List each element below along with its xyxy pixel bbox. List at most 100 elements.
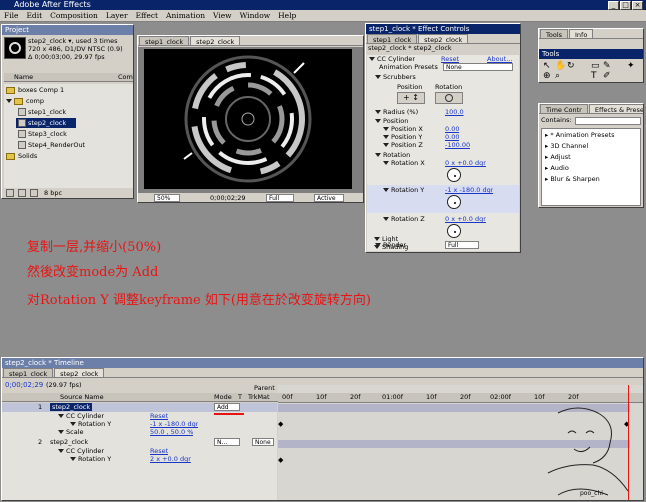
rotate-tool-icon[interactable]: ↻: [567, 61, 575, 71]
radius-row[interactable]: Radius (%): [375, 108, 418, 116]
position-x-row[interactable]: Position X: [383, 125, 423, 133]
new-comp-icon[interactable]: [30, 189, 38, 197]
radius-value[interactable]: 100.0: [445, 108, 464, 116]
layer-mode-select[interactable]: Add: [214, 403, 240, 411]
property-value[interactable]: 50.0 , 50.0 %: [150, 428, 193, 436]
property-row[interactable]: Rotation Y: [70, 455, 111, 463]
list-item[interactable]: comp: [6, 97, 44, 105]
list-item[interactable]: ▸ Blur & Sharpen: [542, 175, 640, 183]
list-item[interactable]: Step3_clock: [18, 130, 67, 138]
time-ruler[interactable]: 00f 10f 20f 01:00f 10f 20f 02:00f 10f 20…: [278, 393, 643, 403]
property-row[interactable]: Rotation Y: [70, 420, 111, 428]
rotation-x-value[interactable]: 0 x +0.0 dgr: [445, 159, 486, 167]
menu-file[interactable]: File: [0, 10, 22, 22]
position-y-value[interactable]: 0.00: [445, 133, 459, 141]
orbit-tool-icon[interactable]: ⊕: [543, 71, 551, 81]
column-name[interactable]: Name: [14, 73, 33, 81]
pen-tool-icon[interactable]: ✎: [603, 61, 611, 71]
animation-presets-select[interactable]: None: [443, 63, 513, 71]
rotation-x-dial[interactable]: [447, 168, 461, 182]
tab-effects-presets[interactable]: Effects & Presets: [588, 104, 643, 113]
menu-animation[interactable]: Animation: [162, 10, 209, 22]
menu-effect[interactable]: Effect: [132, 10, 162, 22]
camera-select[interactable]: Active: [314, 194, 344, 202]
tab-tools[interactable]: Tools: [540, 29, 569, 38]
trash-icon[interactable]: [6, 189, 14, 197]
keyframe-icon[interactable]: ◆: [278, 420, 283, 428]
rotation-scrubber-button[interactable]: [435, 92, 463, 104]
new-folder-icon[interactable]: [18, 189, 26, 197]
menu-composition[interactable]: Composition: [46, 10, 102, 22]
column-trkmat[interactable]: TrkMat: [248, 393, 270, 401]
current-time[interactable]: 0;00;02;29: [210, 194, 246, 202]
tab-step2-clock[interactable]: step2_clock: [54, 368, 105, 377]
expand-triangle-icon[interactable]: [6, 99, 12, 103]
tab-step1-clock[interactable]: step1_clock: [139, 36, 190, 45]
tab-time-controls[interactable]: Time Contr: [540, 104, 588, 113]
rotation-group[interactable]: Rotation: [375, 151, 410, 159]
list-item[interactable]: ▸ * Animation Presets: [542, 131, 640, 139]
effect-row[interactable]: CC Cylinder: [58, 412, 104, 420]
contains-search-input[interactable]: [575, 117, 641, 125]
rotation-y-dial[interactable]: [447, 195, 461, 209]
layer-name[interactable]: step2_clock: [50, 438, 88, 446]
tab-step2-clock[interactable]: step2_clock: [190, 36, 241, 45]
effect-reset-link[interactable]: Reset: [150, 412, 168, 420]
rotation-x-row[interactable]: Rotation X: [383, 159, 425, 167]
column-parent[interactable]: Parent: [254, 384, 275, 392]
minimize-button[interactable]: _: [608, 1, 619, 10]
tab-step1-clock[interactable]: step1_clock: [3, 368, 54, 377]
shading-group[interactable]: Shading: [374, 243, 408, 251]
rotation-y-row[interactable]: Rotation Y: [383, 186, 424, 194]
effect-row[interactable]: CC Cylinder: [58, 447, 104, 455]
tab-step1-clock[interactable]: step1_clock: [367, 34, 418, 43]
text-tool-icon[interactable]: T: [591, 71, 597, 81]
list-item-selected[interactable]: step2_clock: [18, 119, 66, 127]
rotation-z-dial[interactable]: [447, 224, 461, 238]
list-item[interactable]: Step4_RenderOut: [18, 141, 85, 149]
render-select[interactable]: Full: [445, 241, 479, 249]
resolution-select[interactable]: Full: [266, 194, 294, 202]
bit-depth-label[interactable]: 8 bpc: [44, 189, 62, 197]
close-button[interactable]: ×: [632, 1, 643, 10]
maximize-button[interactable]: □: [620, 1, 631, 10]
layer-parent-select[interactable]: None: [252, 438, 274, 446]
brush-tool-icon[interactable]: ✐: [603, 71, 611, 81]
menu-view[interactable]: View: [209, 10, 236, 22]
scrubbers-row[interactable]: Scrubbers: [375, 73, 416, 81]
hand-tool-icon[interactable]: ✋: [555, 61, 566, 71]
position-y-row[interactable]: Position Y: [383, 133, 422, 141]
list-item[interactable]: boxes Comp 1: [6, 86, 64, 94]
list-item[interactable]: ▸ Adjust: [542, 153, 640, 161]
tab-info[interactable]: Info: [569, 29, 594, 38]
pin-tool-icon[interactable]: ✦: [627, 61, 635, 71]
property-value[interactable]: -1 x -180.0 dgr: [150, 420, 198, 428]
selection-tool-icon[interactable]: ↖: [543, 61, 551, 71]
time-ruler-area[interactable]: 00f 10f 20f 01:00f 10f 20f 02:00f 10f 20…: [278, 385, 643, 500]
keyframe-icon[interactable]: ◆: [278, 456, 283, 464]
property-row[interactable]: Scale: [58, 428, 84, 436]
layer-name[interactable]: step2_clock: [50, 403, 93, 411]
list-item[interactable]: Solids: [6, 152, 37, 160]
column-t[interactable]: T: [238, 393, 242, 401]
timeline-timecode[interactable]: 0;00;02;29: [5, 381, 43, 389]
rotation-y-value[interactable]: -1 x -180.0 dgr: [445, 186, 493, 194]
menu-edit[interactable]: Edit: [22, 10, 46, 22]
zoom-tool-icon[interactable]: ⌕: [555, 71, 560, 81]
reset-link[interactable]: Reset: [441, 55, 459, 63]
column-source-name[interactable]: Source Name: [60, 393, 104, 401]
collapse-triangle-icon[interactable]: [369, 57, 375, 61]
light-group[interactable]: Light: [374, 235, 398, 243]
about-link[interactable]: About...: [487, 55, 512, 63]
list-item[interactable]: ▸ Audio: [542, 164, 640, 172]
rectangle-tool-icon[interactable]: ▭: [591, 61, 600, 71]
rotation-z-row[interactable]: Rotation Z: [383, 215, 425, 223]
menu-window[interactable]: Window: [236, 10, 275, 22]
position-group[interactable]: Position: [375, 117, 408, 125]
rotation-z-value[interactable]: 0 x +0.0 dgr: [445, 215, 486, 223]
position-z-row[interactable]: Position Z: [383, 141, 423, 149]
position-scrubber-button[interactable]: + ↕: [397, 92, 425, 104]
list-item[interactable]: ▸ 3D Channel: [542, 142, 640, 150]
list-item[interactable]: step1_clock: [18, 108, 66, 116]
menu-layer[interactable]: Layer: [102, 10, 132, 22]
